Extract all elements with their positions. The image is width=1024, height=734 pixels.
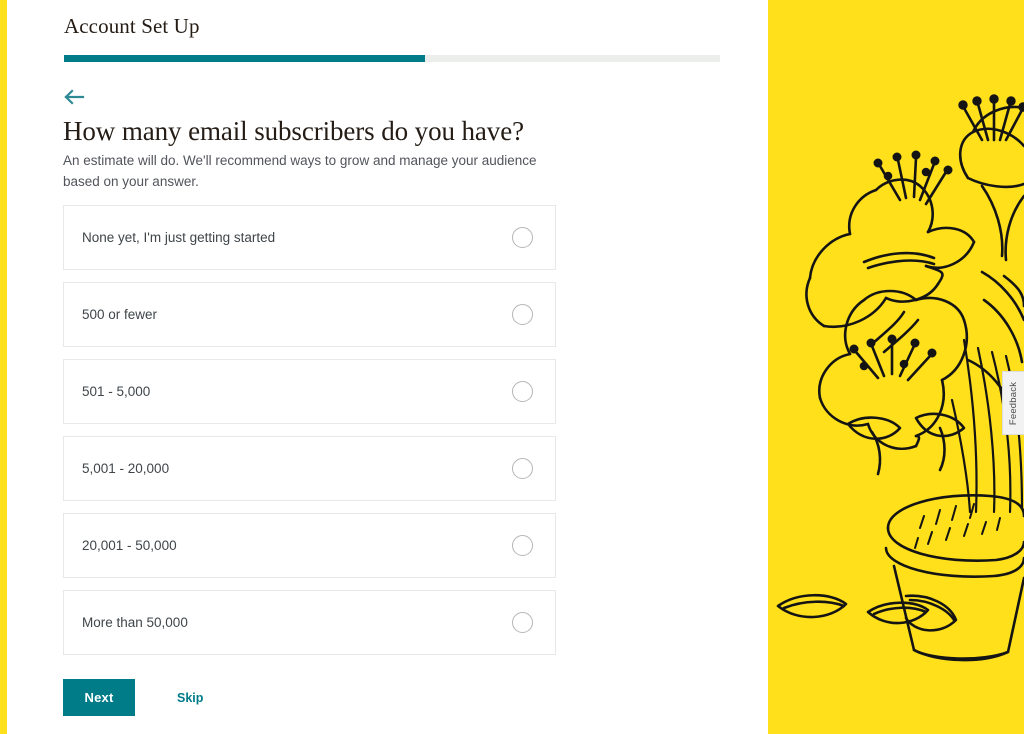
setup-progress-bar [64, 55, 720, 62]
radio-button[interactable] [512, 458, 533, 479]
option-label: 5,001 - 20,000 [82, 461, 170, 476]
option-label: More than 50,000 [82, 615, 188, 630]
option-card[interactable]: More than 50,000 [63, 590, 556, 655]
left-accent-strip [0, 0, 7, 734]
option-card[interactable]: None yet, I'm just getting started [63, 205, 556, 270]
question-subtitle: An estimate will do. We'll recommend way… [63, 153, 537, 189]
option-label: None yet, I'm just getting started [82, 230, 276, 245]
skip-link[interactable]: Skip [177, 691, 203, 705]
arrow-left-icon [63, 88, 85, 106]
option-label: 20,001 - 50,000 [82, 538, 177, 553]
option-card[interactable]: 5,001 - 20,000 [63, 436, 556, 501]
radio-button[interactable] [512, 381, 533, 402]
setup-progress-fill [64, 55, 425, 62]
radio-button[interactable] [512, 227, 533, 248]
radio-button[interactable] [512, 535, 533, 556]
option-card[interactable]: 20,001 - 50,000 [63, 513, 556, 578]
account-setup-form-panel: Account Set Up How many email subscriber… [0, 0, 768, 734]
radio-button[interactable] [512, 304, 533, 325]
radio-button[interactable] [512, 612, 533, 633]
feedback-tab-label: Feedback [1008, 381, 1020, 425]
illustration-panel [768, 0, 1024, 734]
feedback-tab[interactable]: Feedback [1002, 371, 1024, 435]
next-button[interactable]: Next [63, 679, 135, 716]
page-title: Account Set Up [64, 14, 200, 38]
form-actions: Next Skip [63, 679, 203, 716]
lily-flowers-in-pot-line-art [776, 94, 1024, 662]
option-card[interactable]: 501 - 5,000 [63, 359, 556, 424]
question-heading: How many email subscribers do you have? [63, 116, 524, 146]
option-label: 501 - 5,000 [82, 384, 151, 399]
back-button[interactable] [63, 85, 89, 109]
subscriber-count-options: None yet, I'm just getting started 500 or… [63, 205, 556, 667]
option-label: 500 or fewer [82, 307, 158, 322]
option-card[interactable]: 500 or fewer [63, 282, 556, 347]
